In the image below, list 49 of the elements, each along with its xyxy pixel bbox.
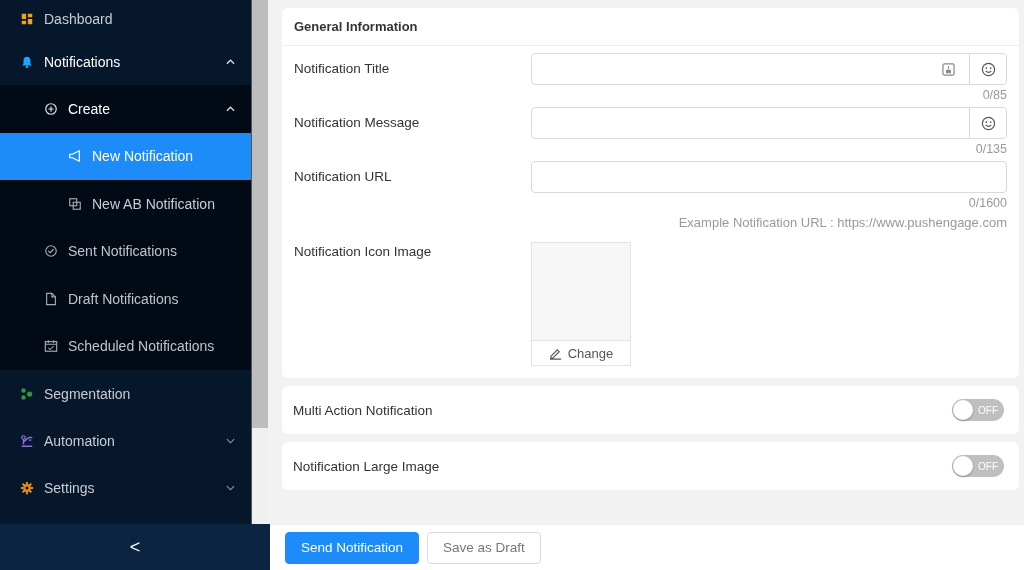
nav-item[interactable]: New AB Notification bbox=[0, 180, 251, 228]
field-label: Notification Icon Image bbox=[294, 243, 433, 261]
option-label: Multi Action Notification bbox=[293, 402, 433, 418]
emoji-button[interactable] bbox=[969, 108, 1006, 138]
smiley-icon bbox=[980, 61, 996, 77]
smiley-icon bbox=[980, 115, 996, 131]
input-field[interactable] bbox=[531, 53, 1007, 85]
document-icon bbox=[44, 291, 58, 306]
dashboard-icon bbox=[20, 12, 34, 26]
field-label: Notification URL bbox=[294, 168, 393, 186]
card-title: General Information bbox=[282, 8, 1019, 46]
calendar-icon bbox=[44, 339, 58, 354]
chevron-icon bbox=[226, 58, 235, 65]
pencil-icon bbox=[548, 346, 562, 360]
scrollbar-thumb[interactable] bbox=[252, 0, 268, 428]
settings-icon bbox=[20, 480, 34, 495]
char-counter: 0/85 bbox=[982, 88, 1007, 102]
check-circle-icon bbox=[44, 244, 58, 259]
bell-icon bbox=[20, 54, 34, 69]
nav-item[interactable]: Notifications bbox=[0, 38, 251, 85]
nav-item[interactable]: Scheduled Notifications bbox=[0, 322, 251, 370]
field-label: Notification Title bbox=[294, 60, 391, 78]
hint-text: Example Notification URL : https://www.pushengage.com bbox=[678, 215, 1007, 230]
char-counter: 0/1600 bbox=[968, 196, 1007, 210]
nav-item[interactable]: Settings bbox=[0, 464, 251, 511]
char-counter: 0/135 bbox=[975, 142, 1007, 156]
nav-item[interactable]: Automation bbox=[0, 417, 251, 464]
nav-item[interactable]: Dashboard bbox=[0, 0, 251, 38]
chevron-icon bbox=[226, 484, 235, 491]
emoji-button[interactable] bbox=[969, 54, 1006, 84]
collapse-button[interactable]: < bbox=[0, 524, 270, 570]
input-field[interactable] bbox=[531, 161, 1007, 193]
nav-item[interactable]: Sent Notifications bbox=[0, 227, 251, 275]
nav-item[interactable]: Create bbox=[0, 85, 251, 133]
save-draft-button[interactable]: Save as Draft bbox=[427, 531, 541, 564]
nav-item[interactable]: Segmentation bbox=[0, 370, 251, 417]
segments-icon bbox=[20, 386, 34, 401]
megaphone-icon bbox=[68, 149, 82, 164]
field-label: Notification Message bbox=[294, 114, 421, 132]
robot-icon bbox=[20, 433, 34, 448]
personalize-icon[interactable] bbox=[942, 62, 955, 76]
input-field[interactable] bbox=[531, 107, 1007, 139]
option-label: Notification Large Image bbox=[293, 458, 440, 474]
chevron-icon bbox=[226, 105, 235, 112]
scrollbar[interactable] bbox=[251, 0, 268, 524]
copy-icon bbox=[68, 196, 82, 211]
nav-item[interactable]: Draft Notifications bbox=[0, 275, 251, 323]
chevron-icon bbox=[226, 437, 235, 444]
plus-circle-icon bbox=[44, 101, 58, 116]
